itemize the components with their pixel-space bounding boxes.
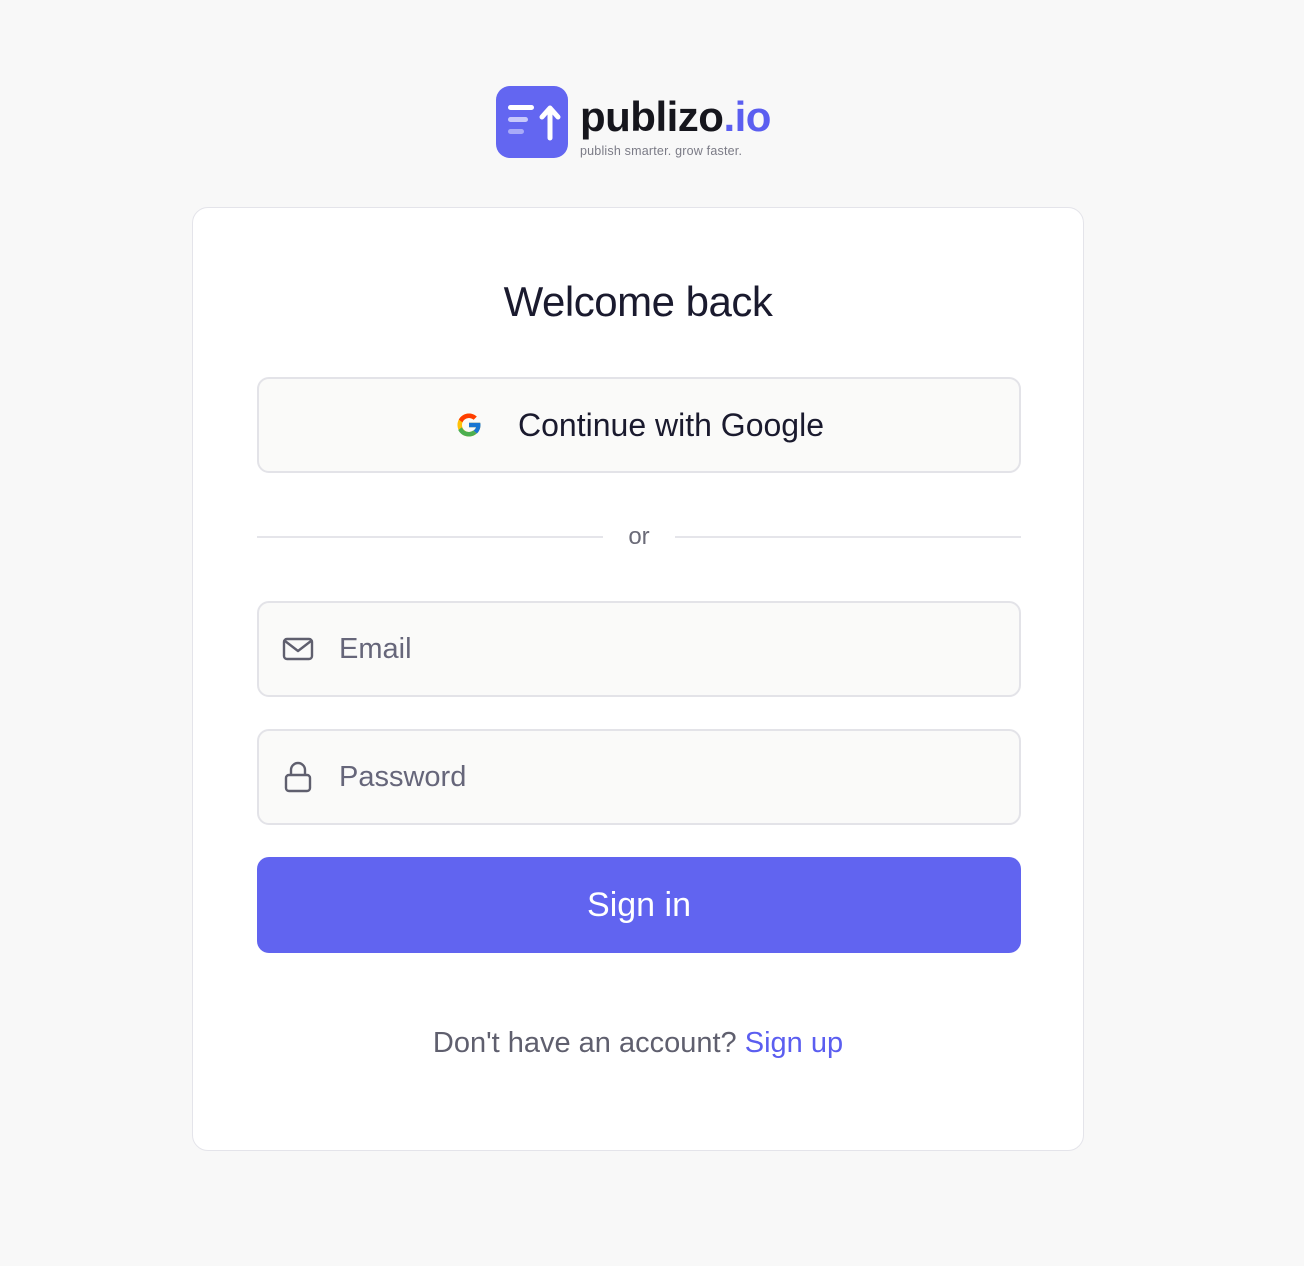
password-field[interactable] [257, 729, 1021, 825]
lock-icon [281, 760, 315, 794]
login-card: Welcome back Continue with Google or Ema… [192, 207, 1084, 1151]
brand-tagline: publish smarter. grow faster. [580, 144, 743, 158]
divider-line-right [675, 536, 1021, 538]
divider-line-left [257, 536, 603, 538]
page-title: Welcome back [503, 278, 773, 325]
email-field[interactable] [257, 601, 1021, 697]
sign-up-link[interactable]: Sign up [745, 1027, 843, 1059]
signup-prompt: Don't have an account? Sign up [193, 1027, 1083, 1060]
brand-name: publizo.io [580, 93, 771, 140]
google-button-label: Continue with Google [518, 406, 824, 443]
email-input[interactable] [339, 619, 1019, 679]
sign-in-button[interactable]: Sign in [257, 857, 1021, 953]
signup-prompt-text: Don't have an account? [432, 1027, 737, 1059]
brand-text: publizo.io publish smarter. grow faster. [580, 86, 771, 159]
or-divider: or [257, 522, 1021, 552]
publish-arrow-icon [496, 86, 568, 158]
brand-logo: publizo.io publish smarter. grow faster. [496, 86, 771, 158]
divider-text: or [628, 523, 650, 550]
google-icon [454, 410, 484, 440]
continue-with-google-button[interactable]: Continue with Google [257, 377, 1021, 473]
password-input[interactable] [339, 747, 1019, 807]
brand-tld: .io [723, 93, 771, 140]
mail-icon [281, 632, 315, 666]
